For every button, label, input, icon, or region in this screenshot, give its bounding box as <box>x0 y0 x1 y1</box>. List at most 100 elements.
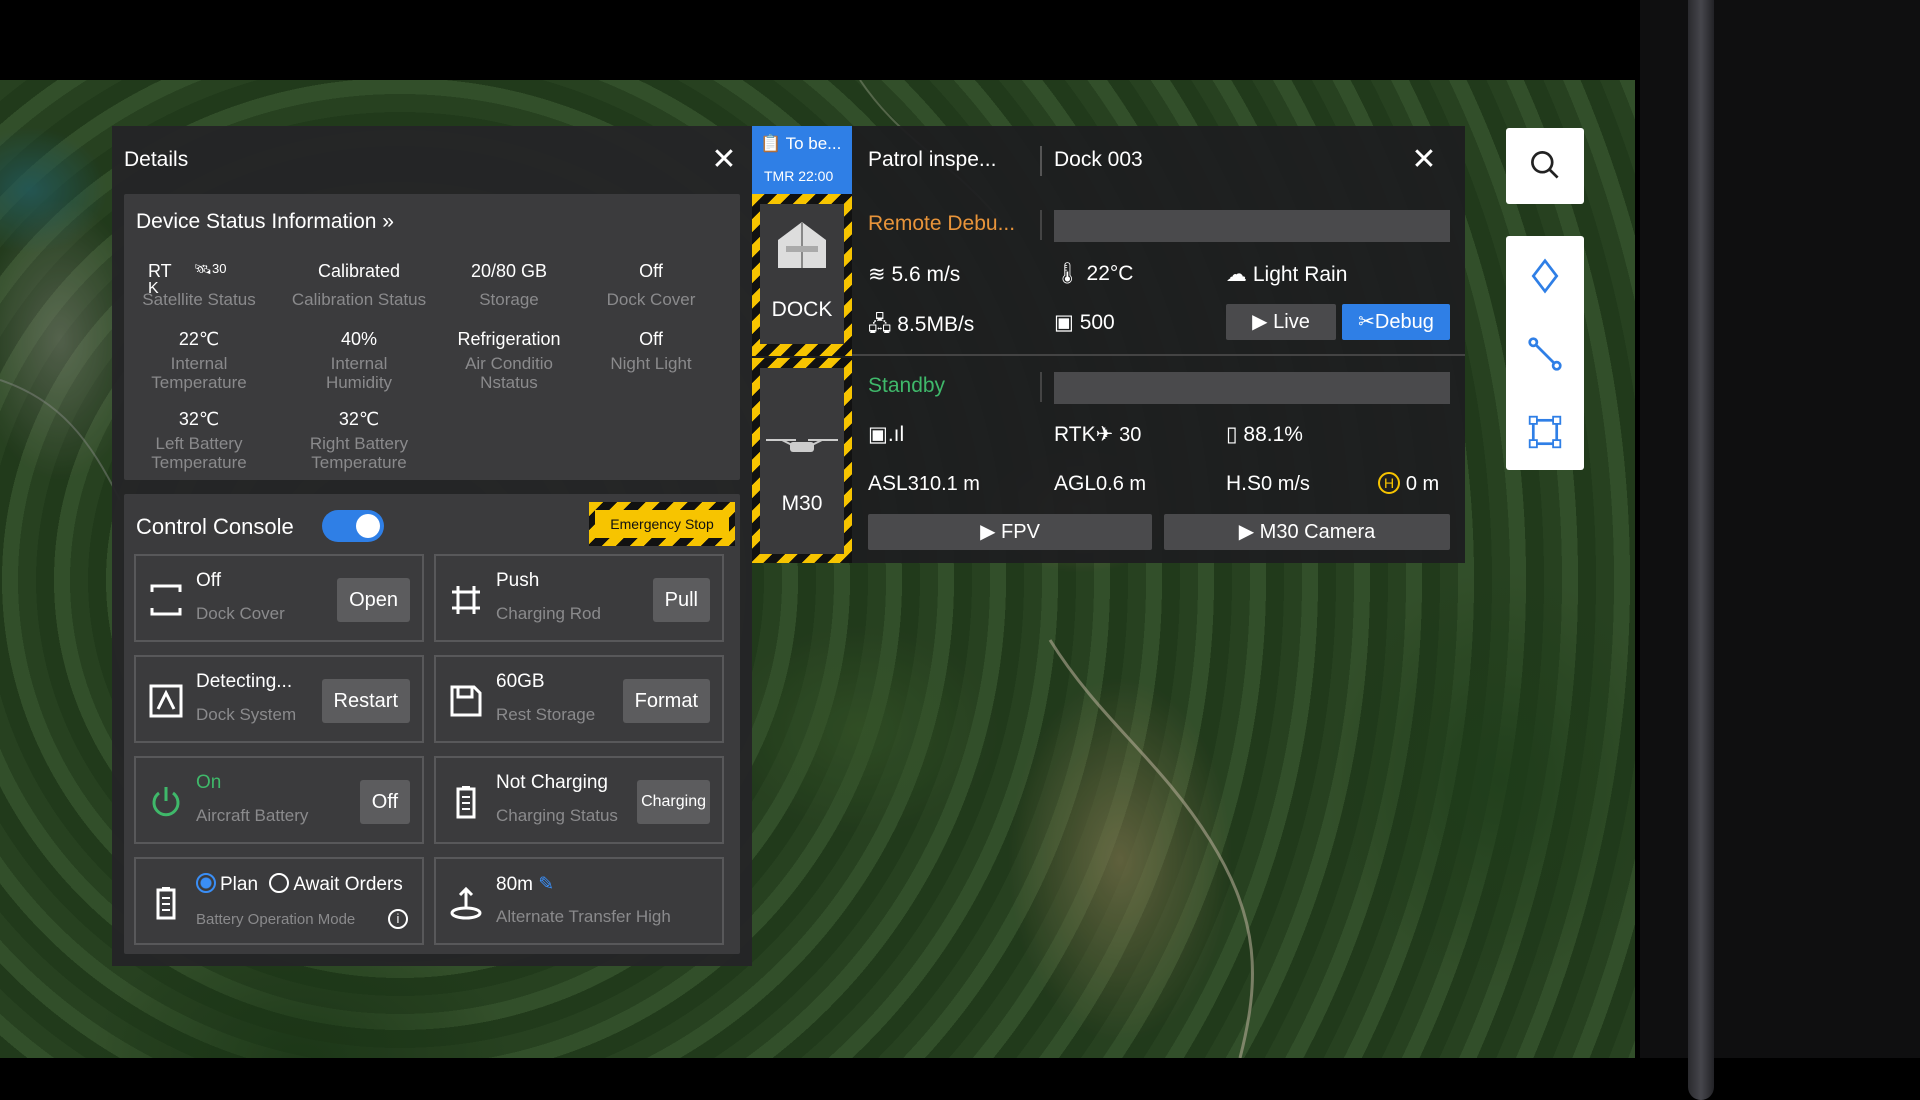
m30-camera-button[interactable]: ▶ M30 Camera <box>1164 514 1450 550</box>
dock-system-restart-button[interactable]: Restart <box>321 679 410 723</box>
home-point-icon: H <box>1378 472 1400 494</box>
charging-button[interactable]: Charging <box>637 780 710 824</box>
fpv-button[interactable]: ▶ FPV <box>868 514 1152 550</box>
device-bezel <box>1688 0 1714 1100</box>
power-icon <box>152 787 180 817</box>
aircraft-battery-off-button[interactable]: Off <box>359 780 410 824</box>
emergency-stop-button[interactable]: Emergency Stop <box>589 502 735 546</box>
night-light-status: Off Night Light <box>576 328 726 373</box>
network-speed: 🖧 8.5MB/s <box>868 310 974 345</box>
plan-option-label: Plan <box>220 874 259 895</box>
wind-speed: ≋ 5.6 m/s <box>868 262 960 287</box>
details-panel: Details ✕ Device Status Information » RT… <box>112 126 752 966</box>
aircraft-battery-card: On Aircraft Battery Off <box>134 756 424 844</box>
agl: AGL0.6 m <box>1054 472 1146 496</box>
signal-icon: ▣.ıl <box>868 423 905 446</box>
search-icon <box>1531 151 1559 179</box>
height-icon <box>450 886 482 920</box>
air-conditioning-label: Air Conditio Nstatus <box>465 354 553 392</box>
task-panel: 📋 To be... TMR 22:00 Patrol inspe... Doc… <box>752 126 1465 563</box>
live-button[interactable]: ▶ Live <box>1226 304 1336 340</box>
hs-label: H.S <box>1226 472 1262 495</box>
rest-storage-card: 60GB Rest Storage Format <box>434 655 724 743</box>
charging-rod-pull-button[interactable]: Pull <box>652 578 710 622</box>
await-orders-radio[interactable] <box>269 873 290 893</box>
clipboard-icon: 📋 <box>760 134 782 153</box>
asl-value: 310.1 m <box>907 473 980 495</box>
satellite-rtk-icon: ✈ <box>1095 423 1114 446</box>
dock-system-label: Dock System <box>196 705 297 724</box>
info-icon[interactable]: i <box>388 909 408 929</box>
rest-storage-label: Rest Storage <box>496 705 596 724</box>
pin-point-icon[interactable] <box>1527 256 1563 296</box>
polygon-icon[interactable] <box>1527 412 1563 452</box>
storage-icon <box>450 685 482 717</box>
night-light-label: Night Light <box>610 354 692 373</box>
dock-cover-card-label: Dock Cover <box>196 604 285 623</box>
calibration-value: Calibrated <box>317 261 401 281</box>
dock-cover-card-value: Off <box>196 570 221 591</box>
device-status-title[interactable]: Device Status Information » <box>136 210 394 234</box>
dock-cover-open-button[interactable]: Open <box>337 578 410 622</box>
dock-device-box[interactable]: DOCK <box>760 204 844 344</box>
camera-video-icon: ▶ <box>1238 521 1255 543</box>
drone-status-bar <box>1054 372 1450 404</box>
drone-battery-icon: ▯ <box>1226 423 1238 446</box>
dock-cover-icon <box>150 584 182 616</box>
wind-icon: ≋ <box>868 263 886 286</box>
right-battery-temperature: 32℃ Right Battery Temperature <box>284 408 434 472</box>
storage-box-icon: ▣ <box>1054 311 1074 334</box>
weather-value: Light Rain <box>1252 263 1348 286</box>
rain-cloud-icon: ☁ <box>1226 263 1247 286</box>
rtk-status: RTK✈ 30 <box>1054 422 1141 447</box>
rtk-value: 30 <box>1119 424 1142 446</box>
device-status-section: Device Status Information » RT 🛰 30 K Sa… <box>124 194 740 480</box>
edit-pencil-icon[interactable]: ✎ <box>538 874 554 895</box>
dock-system-card: Detecting... Dock System Restart <box>134 655 424 743</box>
dock-count-value: 500 <box>1079 311 1115 334</box>
air-conditioning-status: Refrigeration Air Conditio Nstatus <box>434 328 584 392</box>
control-console-title: Control Console <box>136 514 294 539</box>
dock-cover-label: Dock Cover <box>606 290 696 309</box>
polyline-icon[interactable] <box>1527 334 1563 374</box>
format-storage-button[interactable]: Format <box>622 679 710 723</box>
satellite-k: K <box>148 280 159 297</box>
battery-mode-icon <box>156 887 176 920</box>
drone-device-box[interactable]: M30 <box>760 368 844 554</box>
storage-status: 20/80 GB Storage <box>434 260 584 309</box>
dock-icon <box>778 222 826 268</box>
fpv-video-icon: ▶ <box>980 521 996 543</box>
drone-battery-value: 88.1% <box>1243 423 1303 446</box>
internal-humidity-value: 40% <box>340 329 378 349</box>
task-name[interactable]: Patrol inspe... <box>868 148 996 172</box>
transfer-height-value: 80m <box>496 874 533 895</box>
control-console-section: Control Console Emergency Stop Off Dock … <box>124 494 740 954</box>
task-close-icon[interactable]: ✕ <box>1410 145 1438 175</box>
weather: ☁ Light Rain <box>1226 262 1347 287</box>
plan-radio[interactable] <box>196 873 216 893</box>
header-divider <box>1040 146 1042 176</box>
internal-humidity: 40% Internal Humidity <box>284 328 434 392</box>
emergency-stop-label: Emergency Stop <box>595 510 729 538</box>
battery-operation-mode-label: Battery Operation Mode <box>196 911 356 928</box>
transfer-height-label: Alternate Transfer High <box>496 907 671 926</box>
search-button[interactable] <box>1506 128 1584 204</box>
drone-battery: ▯ 88.1% <box>1226 422 1303 447</box>
drone-status: Standby <box>868 374 946 397</box>
details-title: Details <box>124 148 189 171</box>
task-status-tag[interactable]: 📋 To be... TMR 22:00 <box>752 126 852 194</box>
dock-status: Remote Debu... <box>868 212 1016 235</box>
left-battery-temperature-value: 32℃ <box>178 409 220 429</box>
satellite-count: 30 <box>212 261 227 276</box>
aircraft-battery-label: Aircraft Battery <box>196 806 309 825</box>
satellite-status: RT 🛰 30 K Satellite Status <box>124 260 274 309</box>
dock-label: DOCK <box>771 298 833 321</box>
fpv-button-label: FPV <box>1001 521 1040 543</box>
debug-button[interactable]: ✂Debug <box>1342 304 1450 340</box>
charging-rod-icon <box>452 586 480 614</box>
control-console-toggle[interactable] <box>322 510 384 542</box>
details-close-icon[interactable]: ✕ <box>710 145 738 175</box>
m30-camera-button-label: M30 Camera <box>1259 521 1376 543</box>
battery-operation-mode-card: Plan Await Orders Battery Operation Mode… <box>134 857 424 945</box>
device-frame <box>1640 0 1920 1058</box>
